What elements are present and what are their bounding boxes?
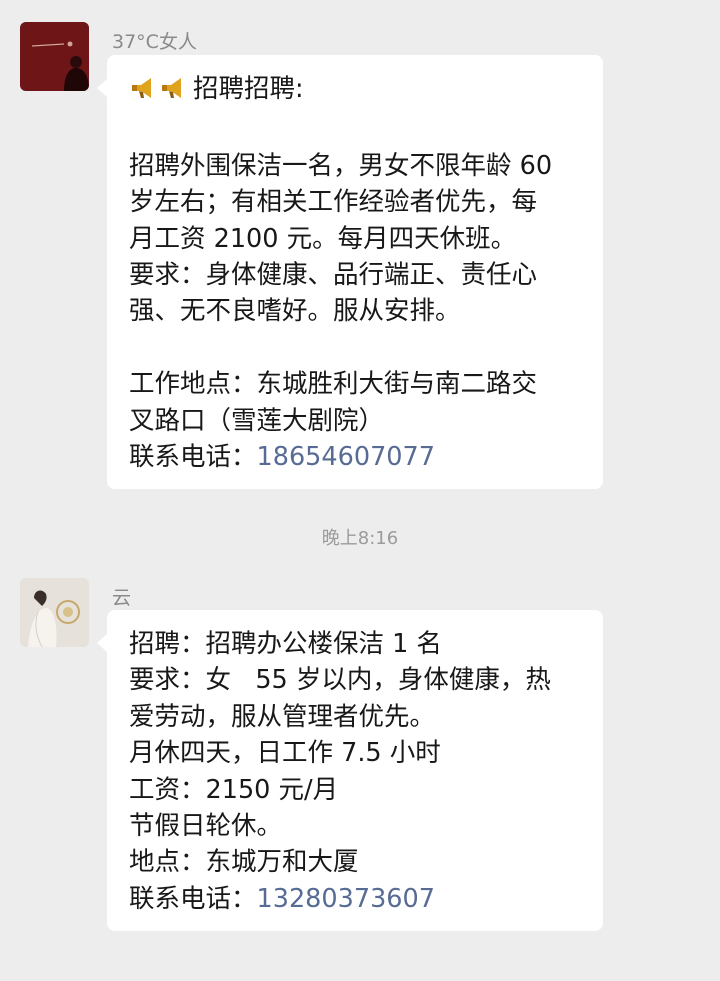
phone-link[interactable]: 13280373607 xyxy=(257,884,435,914)
message-timestamp: 晚上8:16 xyxy=(321,528,399,549)
phone-label: 联系电话： xyxy=(129,883,257,914)
message-line: 招聘：招聘办公楼保洁 1 名 xyxy=(129,629,442,659)
message-line: 地点：东城万和大厦 xyxy=(129,847,359,878)
message-line: 月休四天，日工作 7.5 小时 xyxy=(129,738,441,769)
message-line: 叉路口（雪莲大剧院） xyxy=(129,405,385,436)
message-line: 爱劳动，服从管理者优先。 xyxy=(129,701,436,732)
megaphone-icon xyxy=(129,75,189,111)
phone-label: 联系电话： xyxy=(129,442,257,473)
message-line: 月工资 2100 元。每月四天休班。 xyxy=(129,223,517,254)
message-line: 招聘外围保洁一名，男女不限年龄 60 xyxy=(129,150,553,181)
sender-avatar-2[interactable] xyxy=(20,578,89,647)
message-heading: 招聘招聘: xyxy=(193,74,304,104)
portrait-avatar-icon xyxy=(20,22,89,91)
sender-name-2: 云 xyxy=(112,587,132,609)
phone-link[interactable]: 18654607077 xyxy=(257,442,435,472)
message-line: 招聘招聘: xyxy=(129,71,583,111)
message-bubble-1[interactable]: 招聘招聘: 招聘外围保洁一名，男女不限年龄 60 岁左右；有相关工作经验者优先，… xyxy=(97,55,603,490)
message-line: 节假日轮休。 xyxy=(129,811,283,842)
message-bubble-2[interactable]: 招聘：招聘办公楼保洁 1 名 要求：女 55 岁以内，身体健康，热 爱劳动，服从… xyxy=(97,610,603,932)
message-line: 工资：2150 元/月 xyxy=(129,774,339,805)
sender-avatar-1[interactable] xyxy=(20,22,89,91)
message-line: 要求：身体健康、品行端正、责任心 xyxy=(129,260,538,291)
message-line: 工作地点：东城胜利大街与南二路交 xyxy=(129,369,538,400)
sender-name-1: 37°C女人 xyxy=(112,31,197,53)
message-line: 强、无不良嗜好。服从安排。 xyxy=(129,296,461,327)
phone-line: 联系电话：13280373607 xyxy=(129,881,583,917)
figure-avatar-icon xyxy=(20,578,89,647)
message-line: 要求：女 55 岁以内，身体健康，热 xyxy=(129,665,551,696)
phone-line: 联系电话：18654607077 xyxy=(129,439,583,475)
message-line: 岁左右；有相关工作经验者优先，每 xyxy=(129,187,538,218)
